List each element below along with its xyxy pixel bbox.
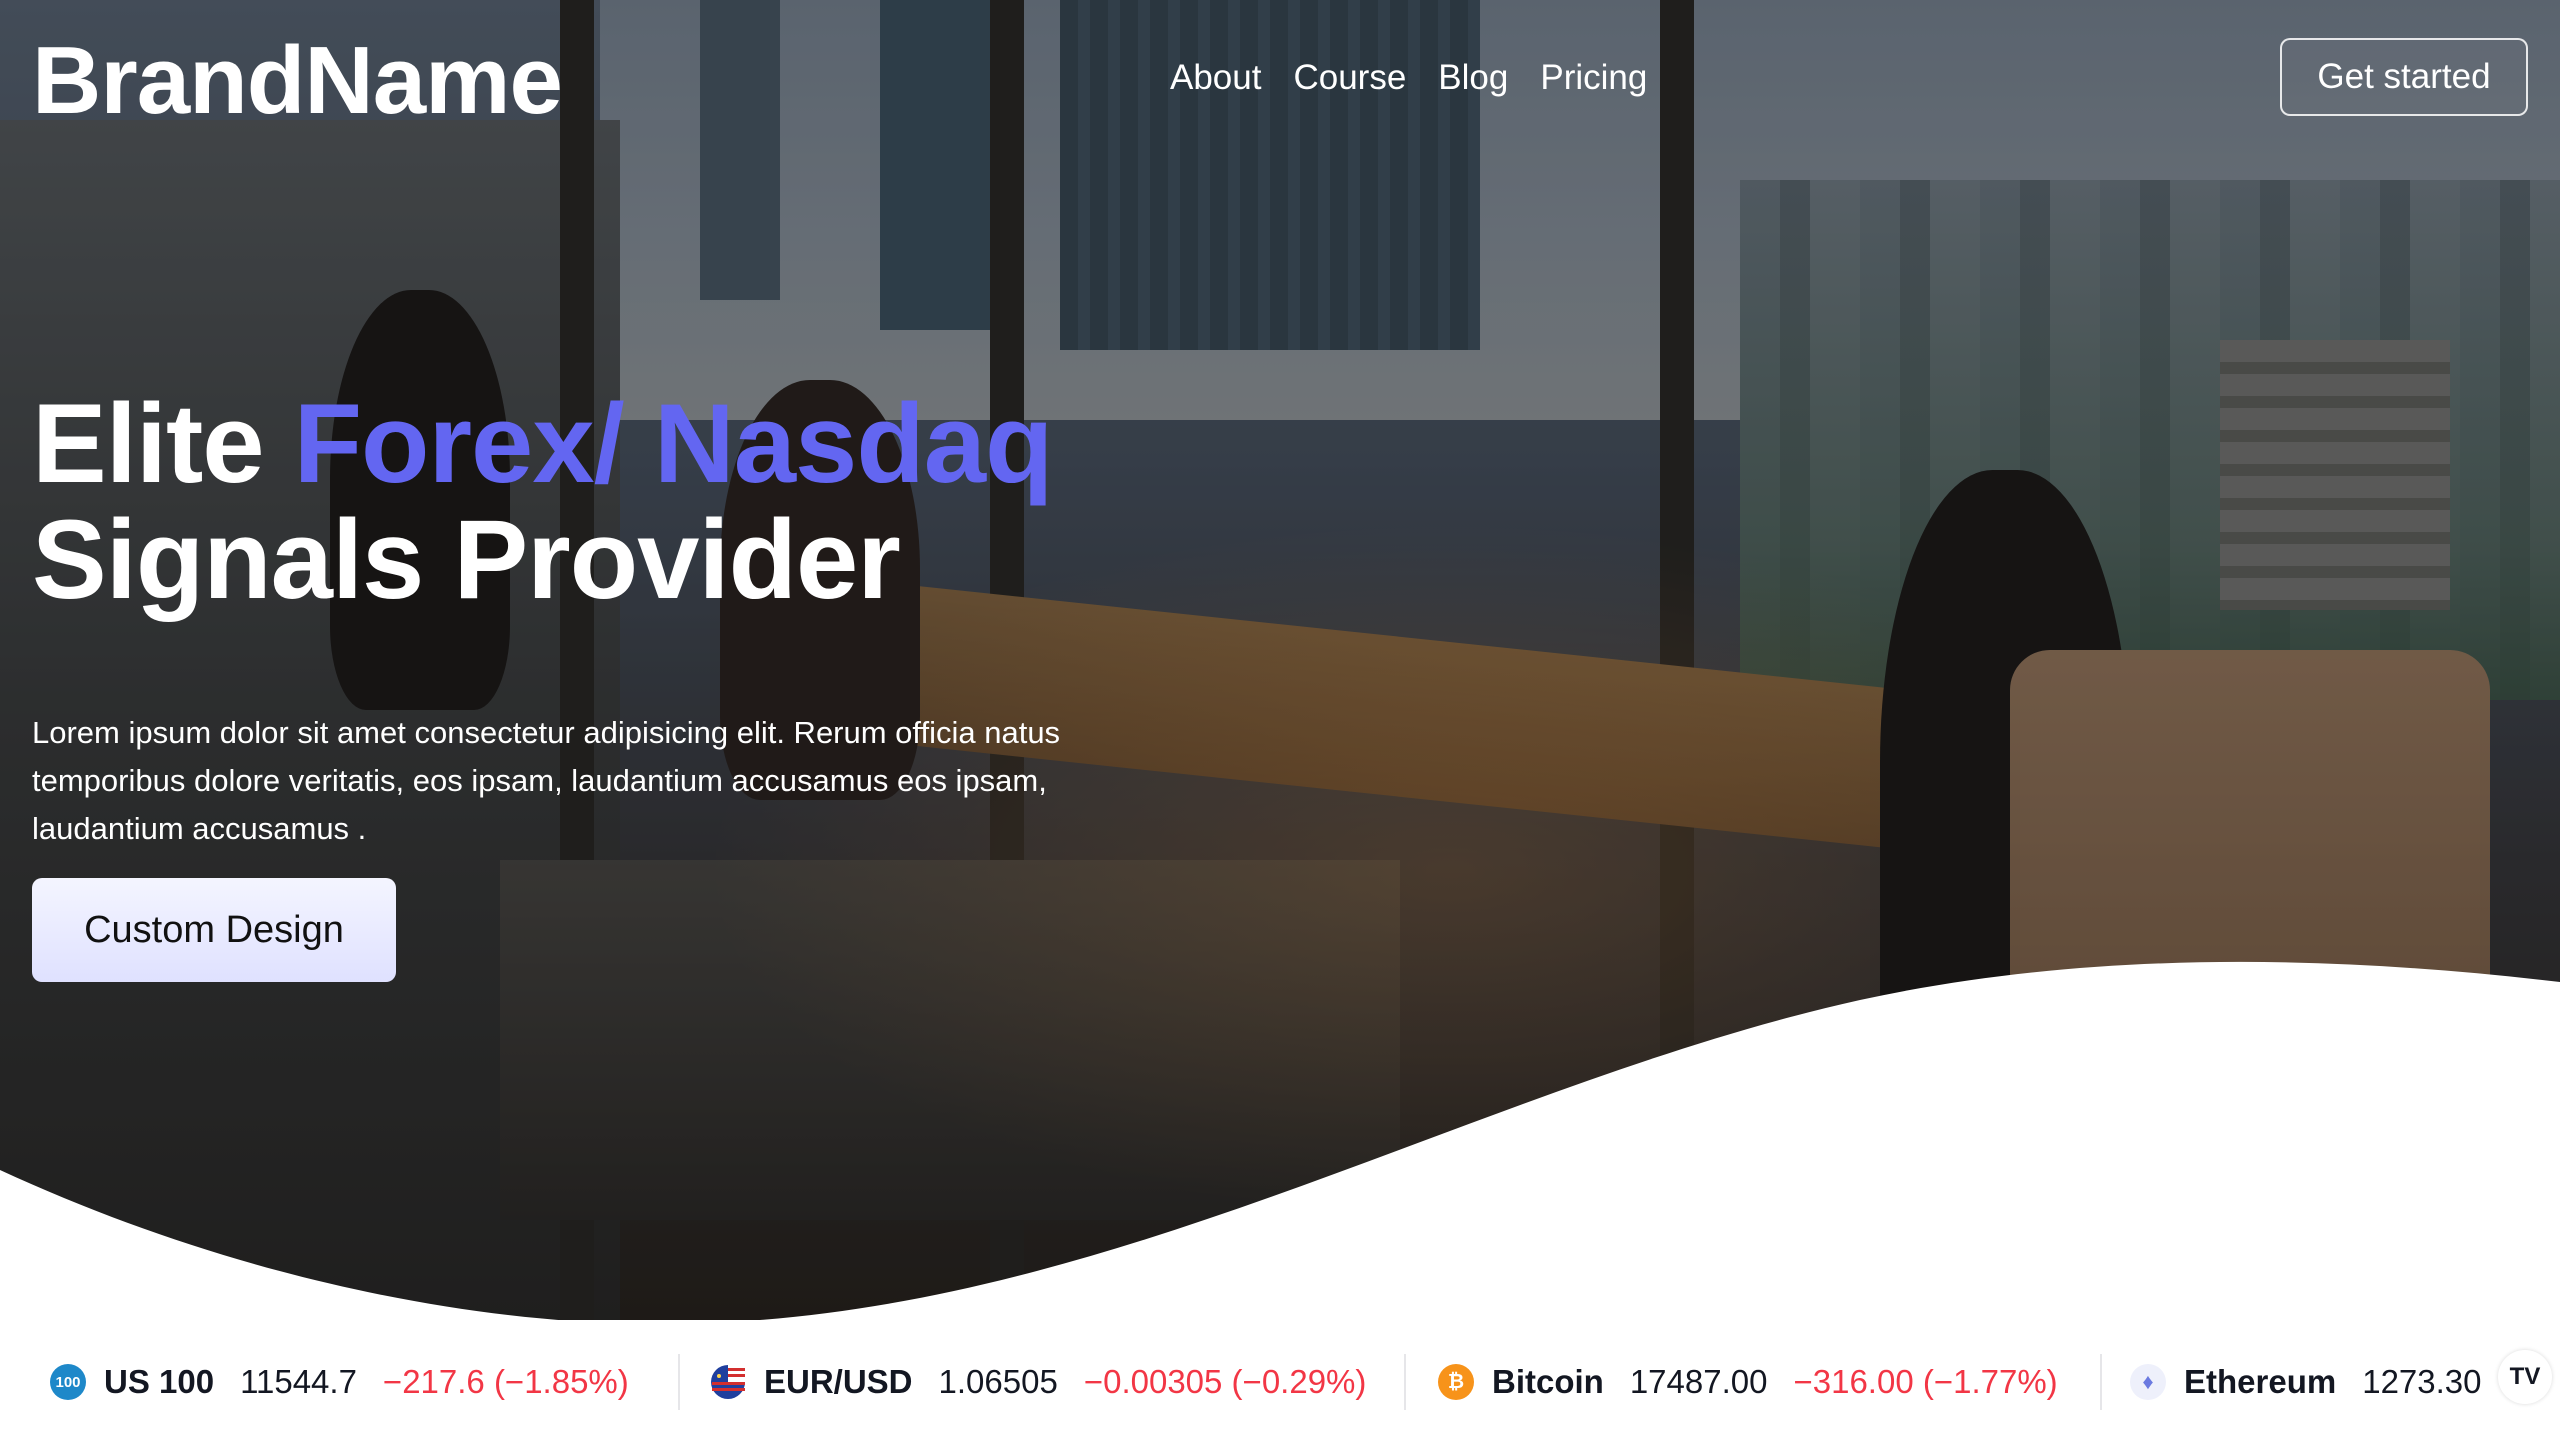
wave-divider xyxy=(0,961,2560,1340)
ticker-price: 1273.30 xyxy=(2362,1363,2482,1400)
ticker-symbol: EUR/USD xyxy=(764,1363,913,1400)
headline-accent: Forex/ Nasdaq xyxy=(293,381,1054,506)
ticker-change: −316.00 (−1.77%) xyxy=(1793,1363,2058,1400)
ticker-symbol: Ethereum xyxy=(2184,1363,2337,1400)
ticker-item[interactable]: ₿ Bitcoin 17487.00 −316.00 (−1.77%) xyxy=(1438,1340,2058,1424)
ticker-price: 17487.00 xyxy=(1629,1363,1768,1400)
nav-link-pricing[interactable]: Pricing xyxy=(1540,54,1647,102)
nav-link-about[interactable]: About xyxy=(1170,54,1261,102)
custom-design-button[interactable]: Custom Design xyxy=(32,878,396,982)
eurusd-flag-icon xyxy=(710,1364,746,1400)
ticker-divider xyxy=(1404,1354,1406,1410)
nav-link-course[interactable]: Course xyxy=(1293,54,1406,102)
ticker-tape: 100 US 100 11544.7 −217.6 (−1.85%) EUR/U… xyxy=(0,1340,2560,1424)
hero-headline: Elite Forex/ Nasdaq Signals Provider xyxy=(32,386,1053,618)
ticker-symbol: US 100 xyxy=(104,1363,215,1400)
nav-link-blog[interactable]: Blog xyxy=(1438,54,1508,102)
ticker-item[interactable]: 100 US 100 11544.7 −217.6 (−1.85%) xyxy=(50,1340,629,1424)
ticker-change: −0.00305 (−0.29%) xyxy=(1083,1363,1367,1400)
page: BrandName About Course Blog Pricing Get … xyxy=(0,0,2560,1440)
get-started-button[interactable]: Get started xyxy=(2280,38,2528,116)
brand-logo[interactable]: BrandName xyxy=(32,26,563,136)
ticker-item[interactable]: EUR/USD 1.06505 −0.00305 (−0.29%) xyxy=(710,1340,1366,1424)
ticker-divider xyxy=(678,1354,680,1410)
ticker-divider xyxy=(2100,1354,2102,1410)
ethereum-icon: ♦ xyxy=(2130,1364,2166,1400)
ticker-symbol: Bitcoin xyxy=(1492,1363,1604,1400)
headline-part2: Signals Provider xyxy=(32,497,901,622)
ticker-price: 1.06505 xyxy=(938,1363,1058,1400)
hero-lead-text: Lorem ipsum dolor sit amet consectetur a… xyxy=(32,715,1061,846)
tradingview-logo-icon[interactable]: TV xyxy=(2498,1350,2552,1404)
main-nav: About Course Blog Pricing xyxy=(1170,54,1647,102)
ticker-price: 11544.7 xyxy=(240,1363,357,1400)
headline-part1: Elite xyxy=(32,381,294,506)
ticker-item[interactable]: ♦ Ethereum 1273.30 −4 xyxy=(2130,1340,2545,1424)
us100-icon: 100 xyxy=(50,1364,86,1400)
bitcoin-icon: ₿ xyxy=(1438,1364,1474,1400)
ticker-change: −217.6 (−1.85%) xyxy=(382,1363,629,1400)
